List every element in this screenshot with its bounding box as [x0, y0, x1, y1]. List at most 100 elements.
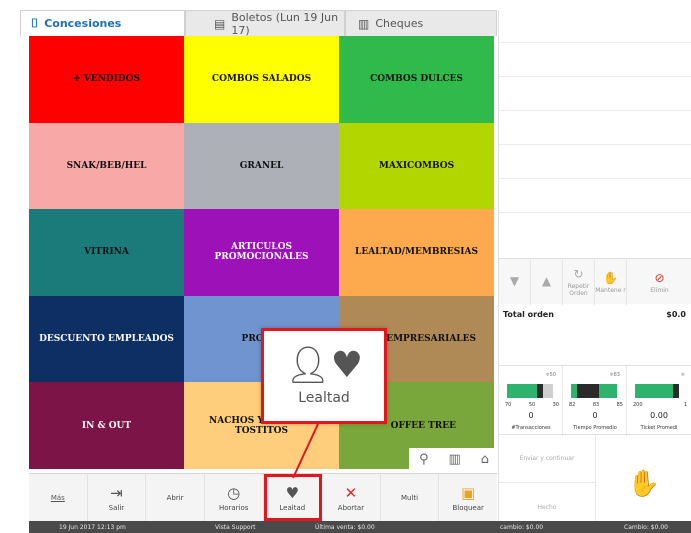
toolbar-label: Multi: [401, 493, 419, 502]
stat-value: 0: [528, 411, 534, 420]
tab-boletos[interactable]: ▤ Boletos (Lun 19 Jun 17): [185, 10, 345, 37]
order-actions: Enviar y continuar Hecho ✋: [499, 435, 691, 532]
stat-target: ≑83: [609, 372, 620, 378]
category-label: GRANEL: [239, 160, 284, 171]
tab-concesiones[interactable]: ⌷ Concesiones: [20, 10, 185, 36]
exit-icon: ⇥: [110, 483, 123, 502]
hands-icon: ✋: [627, 468, 661, 499]
stat-transactions: ≑50 70 50 30 0 #Transacciones: [499, 366, 563, 436]
stat-label: Tiempo Promedio: [573, 425, 617, 431]
send-continue-button[interactable]: Enviar y continuar: [499, 435, 596, 483]
category-label: MAXICOMBOS: [378, 160, 455, 171]
scroll-up-button[interactable]: ▲: [531, 259, 563, 305]
stat-ticks: 200 1: [633, 402, 687, 408]
loyalty-button[interactable]: ♥ Lealtad: [263, 474, 323, 521]
category-label: ARTICULOS PROMOCIONALES: [214, 242, 309, 263]
category-label: IN & OUT: [81, 420, 132, 431]
toolbar-label: Lealtad: [279, 503, 306, 512]
stat-label: Ticket Promedi: [640, 425, 678, 431]
status-user: Vista Support: [215, 524, 256, 531]
total-label: Total orden: [503, 309, 554, 319]
category-label: LEALTAD/MEMBRESIAS: [355, 247, 478, 258]
total-value: $0.0: [666, 309, 686, 319]
loyalty-icon: ♥: [285, 483, 300, 502]
home-icon[interactable]: ⌂: [481, 452, 489, 467]
stat-bar: [635, 384, 681, 398]
category-tile[interactable]: ARTICULOS PROMOCIONALES: [184, 209, 339, 296]
arrow-down-icon: ▼: [509, 274, 520, 288]
popcorn-icon: ⌷: [31, 16, 39, 30]
hand-icon: ✋: [603, 270, 618, 285]
stat-value: 0.00: [650, 411, 668, 420]
loyalty-callout: 👤︎♥ Lealtad: [261, 328, 387, 424]
barcode-icon[interactable]: ▥: [448, 452, 460, 467]
tab-label: Boletos (Lun 19 Jun 17): [231, 10, 339, 37]
send-label: Enviar y continuar: [519, 455, 575, 462]
tab-cheques[interactable]: ▥ Cheques: [345, 10, 497, 36]
pay-button[interactable]: ✋: [596, 435, 691, 532]
stat-bar: [571, 384, 617, 398]
schedule-icon: ◷: [227, 483, 241, 502]
abort-icon: ✕: [344, 483, 358, 502]
category-label: VITRINA: [84, 247, 129, 258]
stat-ticks: 70 50 30: [505, 402, 559, 408]
search-icon[interactable]: ⚲: [419, 452, 429, 467]
order-controls: ▼ ▲ ↻ Repetir Orden ✋ Mantene r ⊘ Elimin: [499, 258, 691, 305]
done-label: Hecho: [537, 504, 557, 511]
category-tile[interactable]: LEALTAD/MEMBRESIAS: [339, 209, 494, 296]
category-tile[interactable]: GRANEL: [184, 122, 339, 210]
repeat-order-button[interactable]: ↻ Repetir Orden: [563, 259, 595, 305]
category-tile[interactable]: IN & OUT: [29, 382, 184, 469]
category-label: COMBOS DULCES: [370, 74, 463, 85]
toolbar-label: Abrir: [166, 493, 184, 502]
delete-button[interactable]: ⊘ Elimin: [627, 259, 691, 305]
open-button[interactable]: Abrir: [146, 474, 205, 521]
category-tile[interactable]: VITRINA: [29, 209, 184, 296]
order-total: Total orden $0.0: [499, 304, 691, 324]
tab-label: Cheques: [375, 17, 424, 30]
status-datetime: 19 Jun 2017 12:13 pm: [59, 524, 126, 531]
control-label: Mantene r: [595, 286, 626, 294]
multi-button[interactable]: Multi: [381, 474, 440, 521]
stat-avg-time: ≑83 82 83 85 0 Tiempo Promedio: [563, 366, 627, 436]
toolbar-label: Horarios: [218, 503, 249, 512]
category-label: + VENDIDOS: [73, 74, 140, 85]
ticket-icon: ▤: [214, 16, 226, 31]
stat-avg-ticket: ≑ 200 1 0.00 Ticket Promedi: [627, 366, 691, 436]
tab-bar: ⌷ Concesiones ▤ Boletos (Lun 19 Jun 17) …: [20, 10, 500, 37]
hold-button[interactable]: ✋ Mantene r: [595, 259, 627, 305]
toolbar-label: Más: [50, 493, 65, 502]
category-tile[interactable]: + VENDIDOS: [29, 36, 184, 123]
status-last-sale: Última venta: $0.00: [315, 524, 375, 531]
category-tile[interactable]: COMBOS DULCES: [339, 36, 494, 123]
toolbar-label: Salir: [108, 503, 125, 512]
category-tile[interactable]: SNAK/BEB/HEL: [29, 122, 184, 210]
schedule-button[interactable]: ◷ Horarios: [205, 474, 264, 521]
control-label: Repetir Orden: [567, 283, 590, 297]
stats-panel: ≑50 70 50 30 0 #Transacciones ≑83 82 83 85 0…: [499, 365, 691, 436]
grid-tools: ⚲ ▥ ⌂: [409, 448, 499, 470]
arrow-up-icon: ▲: [541, 274, 552, 288]
stat-ticks: 82 83 85: [569, 402, 623, 408]
status-change: cambio: $0.00: [500, 524, 544, 531]
stat-value: 0: [592, 411, 598, 420]
category-tile[interactable]: MAXICOMBOS: [339, 122, 494, 210]
category-label: COMBOS SALADOS: [211, 74, 312, 85]
cheque-icon: ▥: [358, 16, 370, 31]
category-label: SNAK/BEB/HEL: [66, 160, 147, 171]
category-tile[interactable]: DESCUENTO EMPLEADOS: [29, 295, 184, 383]
category-label: DESCUENTO EMPLEADOS: [39, 334, 174, 345]
stat-label: #Transacciones: [511, 425, 551, 431]
toolbar-label: Abortar: [337, 503, 365, 512]
stat-target: ≑: [680, 372, 685, 378]
exit-button[interactable]: ⇥ Salir: [88, 474, 147, 521]
more-button[interactable]: Más: [29, 474, 88, 521]
abort-button[interactable]: ✕ Abortar: [322, 474, 381, 521]
repeat-icon: ↻: [573, 267, 584, 281]
stat-target: ≑50: [545, 372, 556, 378]
category-tile[interactable]: COMBOS SALADOS: [184, 36, 339, 123]
status-bar: 19 Jun 2017 12:13 pm Vista Support Últim…: [29, 521, 691, 533]
scroll-down-button[interactable]: ▼: [499, 259, 531, 305]
bottom-toolbar: Más ⇥ Salir Abrir ◷ Horarios ♥ Lealtad ✕ Abo…: [29, 473, 497, 521]
lock-button[interactable]: ▣ Bloquear: [439, 474, 497, 521]
